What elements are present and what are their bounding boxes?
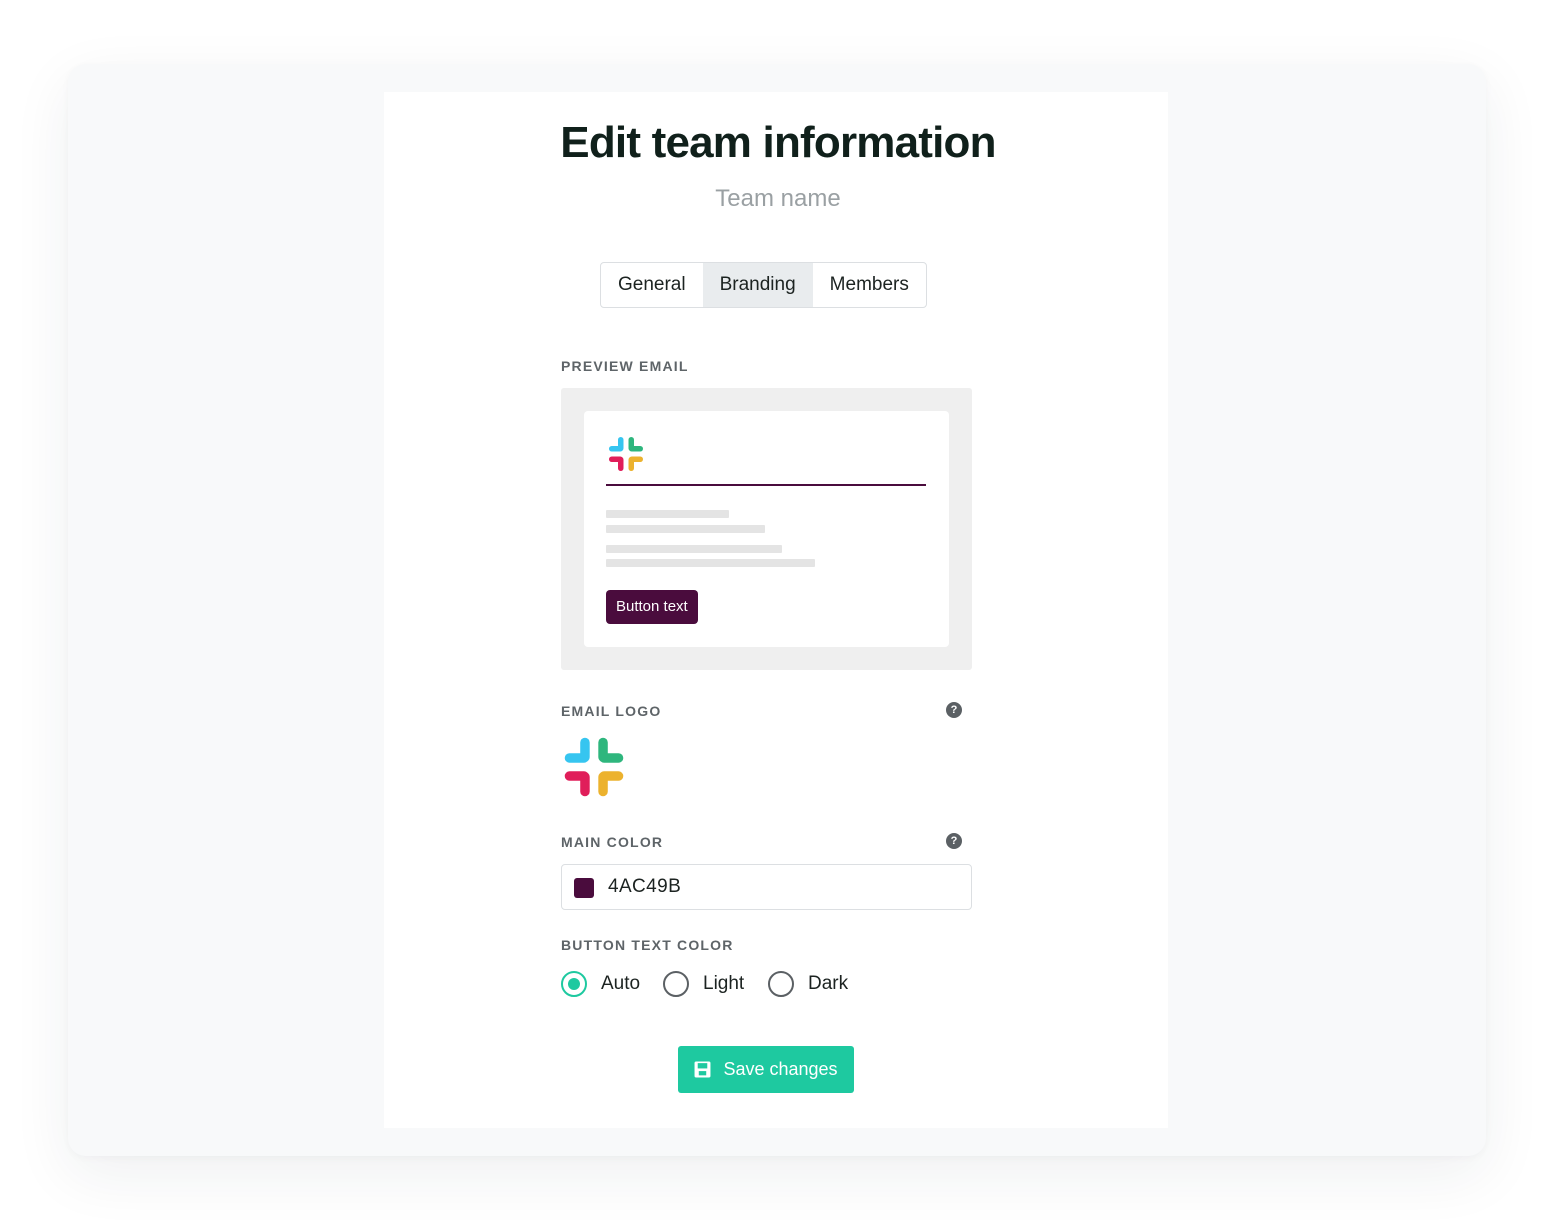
button-text-color-label: BUTTON TEXT COLOR: [561, 937, 734, 953]
floppy-disk-icon: [694, 1061, 711, 1078]
tab-bar: General Branding Members: [600, 262, 927, 308]
text-placeholder-line: [606, 545, 782, 553]
save-changes-button[interactable]: Save changes: [678, 1046, 854, 1093]
text-placeholder-line: [606, 525, 765, 533]
main-color-value[interactable]: 4AC49B: [608, 876, 681, 898]
text-placeholder-line: [606, 559, 815, 567]
question-circle-icon[interactable]: ?: [946, 702, 962, 718]
email-preview: Button text: [561, 388, 972, 670]
radio-circle[interactable]: [663, 971, 689, 997]
save-changes-label: Save changes: [723, 1059, 838, 1079]
radio-dark[interactable]: Dark: [768, 970, 848, 998]
radio-auto[interactable]: Auto: [561, 970, 640, 998]
radio-label: Light: [703, 973, 745, 994]
preview-email-label: PREVIEW EMAIL: [561, 358, 689, 374]
tab-branding[interactable]: Branding: [702, 263, 813, 307]
tab-general[interactable]: General: [601, 263, 703, 307]
main-color-input[interactable]: 4AC49B: [561, 864, 972, 910]
text-placeholder-line: [606, 510, 729, 518]
radio-circle[interactable]: [561, 971, 587, 997]
radio-label: Dark: [808, 973, 849, 994]
preview-button: Button text: [606, 590, 698, 624]
tab-members[interactable]: Members: [813, 263, 926, 307]
main-color-label: MAIN COLOR: [561, 834, 664, 850]
radio-circle[interactable]: [768, 971, 794, 997]
preview-divider: [606, 484, 926, 486]
radio-label: Auto: [601, 973, 641, 994]
page-subtitle: Team name: [715, 185, 841, 212]
slack-logo-icon: [609, 437, 643, 471]
page-title: Edit team information: [560, 118, 996, 167]
radio-light[interactable]: Light: [663, 970, 744, 998]
email-preview-card: Button text: [584, 411, 949, 647]
email-logo-label: EMAIL LOGO: [561, 703, 662, 719]
slack-logo-icon[interactable]: [563, 736, 625, 798]
color-swatch[interactable]: [574, 878, 594, 898]
question-circle-icon[interactable]: ?: [946, 833, 962, 849]
